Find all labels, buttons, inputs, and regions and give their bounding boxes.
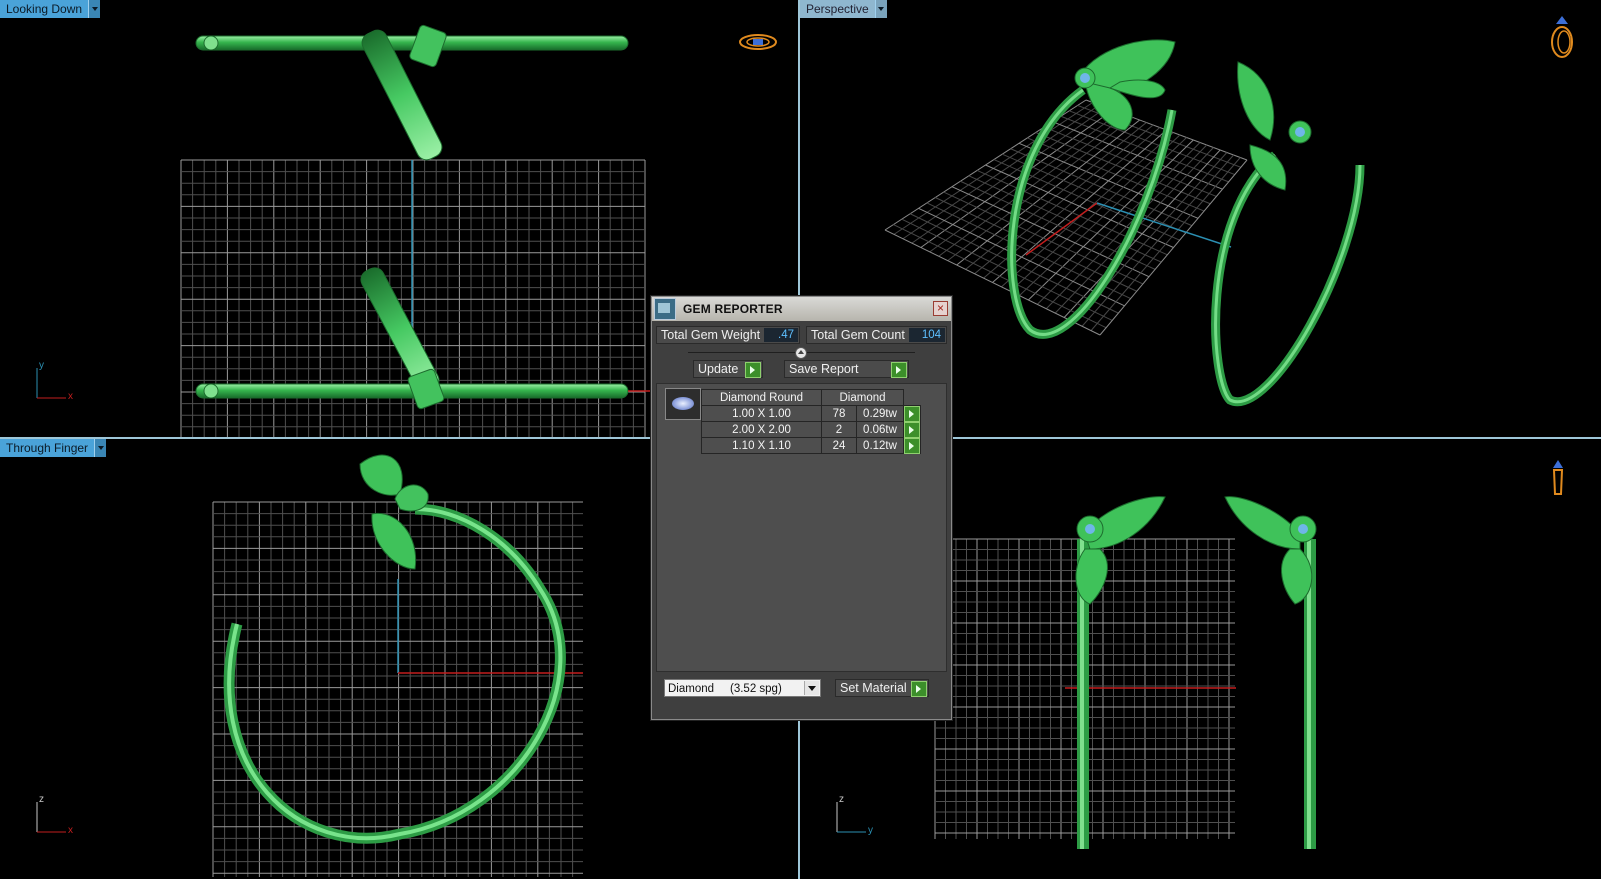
gem-list-panel: Diamond Round Diamond 1.00 X 1.00 78 0.2… xyxy=(656,383,947,672)
gem-weight: 0.06tw xyxy=(856,421,904,438)
chevron-down-icon[interactable] xyxy=(874,0,887,18)
butterfly-side-right xyxy=(1224,496,1317,605)
update-button[interactable]: Update xyxy=(693,360,763,378)
set-material-button-label: Set Material xyxy=(840,681,907,695)
play-arrow-icon[interactable] xyxy=(745,362,761,378)
butterfly-side-left xyxy=(1075,496,1166,605)
chevron-down-icon[interactable] xyxy=(88,0,101,18)
axis-right-label: x xyxy=(68,825,73,836)
gem-weight: 0.29tw xyxy=(856,405,904,422)
viewport-label[interactable]: Perspective xyxy=(800,0,887,18)
gem-count: 2 xyxy=(821,421,857,438)
grid-line xyxy=(1063,149,1221,318)
butterfly-right xyxy=(1237,61,1312,191)
column-header-shape: Diamond Round xyxy=(701,389,822,406)
table-row: 1.00 X 1.00 78 0.29tw xyxy=(701,405,921,422)
save-report-button-label: Save Report xyxy=(789,362,859,376)
viewport-label-text: Looking Down xyxy=(0,0,89,18)
total-count-field: Total Gem Count 104 xyxy=(806,326,947,344)
gem-count: 24 xyxy=(821,437,857,454)
save-report-button[interactable]: Save Report xyxy=(784,360,909,378)
axis-right-label: x xyxy=(68,391,73,402)
chevron-down-icon[interactable] xyxy=(804,681,819,695)
ring-side-icon xyxy=(1552,460,1564,495)
update-button-label: Update xyxy=(698,362,739,376)
viewport-label-text: Through Finger xyxy=(0,439,95,457)
axis-up-label: z xyxy=(39,794,44,805)
axis-right-label: y xyxy=(868,825,873,836)
gem-count: 78 xyxy=(821,405,857,422)
total-weight-field: Total Gem Weight .47 xyxy=(656,326,800,344)
play-arrow-icon[interactable] xyxy=(891,362,907,378)
play-arrow-icon[interactable] xyxy=(904,406,920,422)
viewport-label-text: Perspective xyxy=(800,0,875,18)
gem-reporter-icon xyxy=(654,298,676,320)
axis-up-label: y xyxy=(39,360,44,371)
dialog-titlebar[interactable]: GEM REPORTER × xyxy=(652,297,951,321)
gem-reporter-dialog: GEM REPORTER × Total Gem Weight .47 Tota… xyxy=(651,296,952,720)
table-header: Diamond Round Diamond xyxy=(701,389,921,406)
play-arrow-icon[interactable] xyxy=(911,681,927,697)
ring-flat-icon xyxy=(739,34,777,50)
table-row: 1.10 X 1.10 24 0.12tw xyxy=(701,437,921,454)
gem-table: Diamond Round Diamond 1.00 X 1.00 78 0.2… xyxy=(701,389,921,454)
gem-size: 2.00 X 2.00 xyxy=(701,421,822,438)
collapse-toggle[interactable] xyxy=(795,347,807,359)
ring-perspective-icon xyxy=(1551,16,1573,58)
column-header-material: Diamond xyxy=(821,389,904,406)
total-weight-label: Total Gem Weight xyxy=(661,328,761,342)
set-material-button[interactable]: Set Material xyxy=(835,679,929,697)
axis-indicator: z y xyxy=(832,794,892,836)
axis-up-label: z xyxy=(839,794,844,805)
viewport-label[interactable]: Through Finger xyxy=(0,439,107,457)
chevron-down-icon[interactable] xyxy=(94,439,107,457)
close-icon[interactable]: × xyxy=(933,301,948,316)
dialog-title: GEM REPORTER xyxy=(683,302,783,316)
butterfly-left xyxy=(1074,39,1176,131)
material-select-value: Diamond (3.52 spg) xyxy=(668,683,782,695)
table-row: 2.00 X 2.00 2 0.06tw xyxy=(701,421,921,438)
total-count-value: 104 xyxy=(909,328,945,342)
gem-size: 1.00 X 1.00 xyxy=(701,405,822,422)
axis-indicator: y x xyxy=(32,360,82,402)
material-select[interactable]: Diamond (3.52 spg) xyxy=(664,679,821,697)
total-weight-value: .47 xyxy=(764,328,798,342)
play-arrow-icon[interactable] xyxy=(904,422,920,438)
gem-size: 1.10 X 1.10 xyxy=(701,437,822,454)
hoop-right xyxy=(1211,151,1365,407)
axis-indicator: z x xyxy=(32,794,82,836)
round-diamond-icon[interactable] xyxy=(665,388,701,420)
material-row: Diamond (3.52 spg) Set Material xyxy=(664,679,939,699)
viewport-label[interactable]: Looking Down xyxy=(0,0,101,18)
gem-weight: 0.12tw xyxy=(856,437,904,454)
totals-row: Total Gem Weight .47 Total Gem Count 104 xyxy=(656,326,947,344)
play-arrow-icon[interactable] xyxy=(904,438,920,454)
total-count-label: Total Gem Count xyxy=(811,328,905,342)
